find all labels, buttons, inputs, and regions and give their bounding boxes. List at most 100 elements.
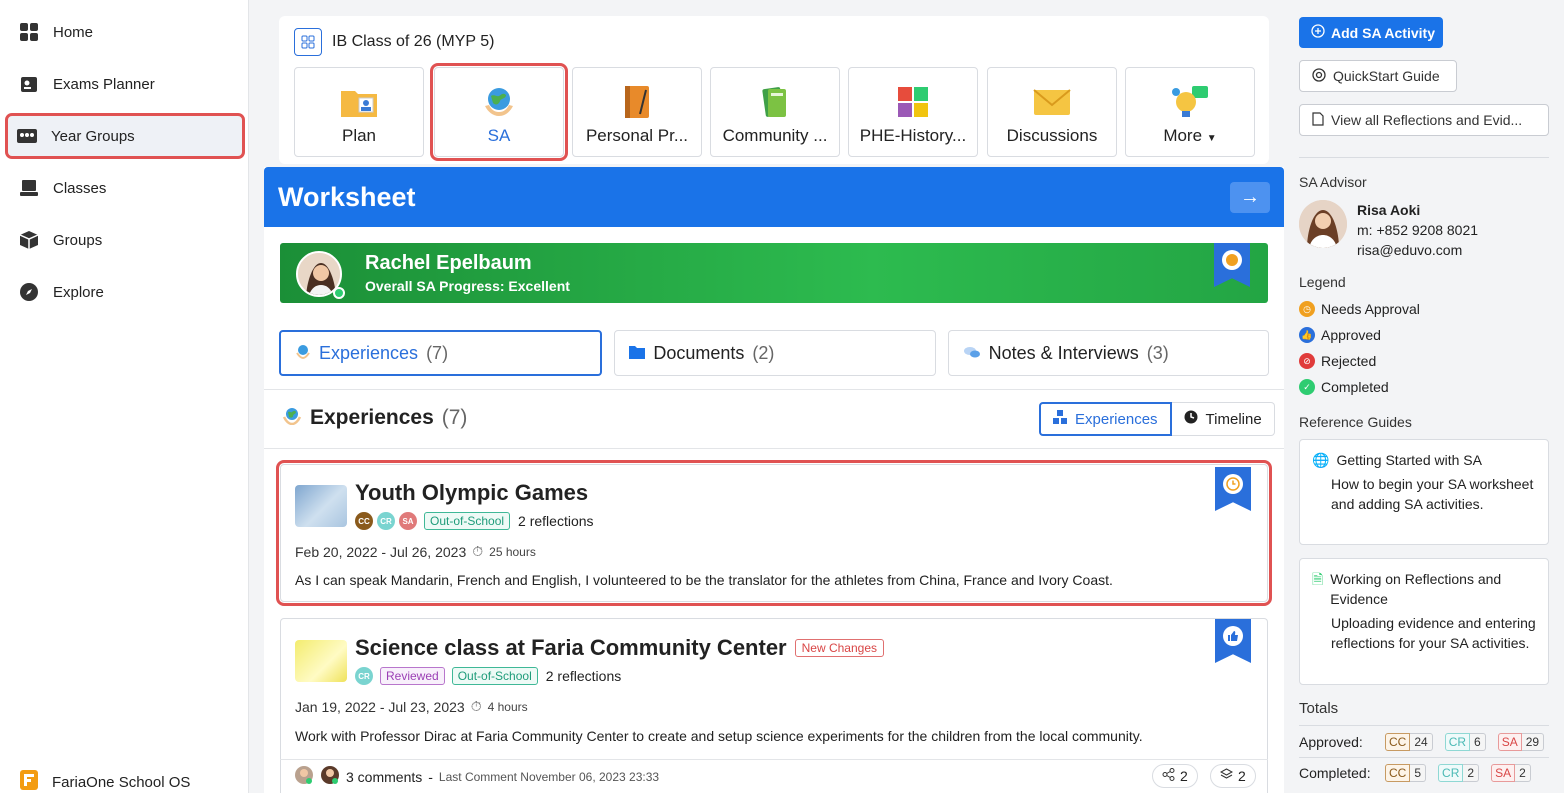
section-count: (7) [441, 406, 468, 429]
view-timeline-button[interactable]: Timeline [1171, 402, 1275, 436]
sidebar-item-classes[interactable]: Classes [10, 168, 240, 208]
tab-documents[interactable]: Documents (2) [614, 330, 936, 376]
experience-description: As I can speak Mandarin, French and Engl… [295, 572, 1113, 588]
worksheet-panel: Worksheet → Rachel Epelbaum Overall SA P… [264, 167, 1284, 793]
tab-label: Experiences [319, 342, 419, 363]
experience-hours: 4 hours [487, 699, 528, 714]
status-bookmark-approved [1215, 619, 1251, 663]
puzzle-icon [893, 84, 933, 120]
experience-title[interactable]: Youth Olympic Games [355, 480, 588, 506]
tile-more[interactable]: More ▼ [1125, 67, 1255, 157]
clock-icon: ◷ [1299, 301, 1315, 317]
sidebar-item-groups[interactable]: Groups [10, 220, 240, 260]
reflections-count: 2 reflections [518, 513, 594, 529]
sidebar-item-home[interactable]: Home [10, 12, 240, 52]
sidebar-item-label: Home [53, 23, 94, 41]
view-experiences-button[interactable]: Experiences [1039, 402, 1172, 436]
sidebar-item-label: Exams Planner [53, 75, 155, 93]
folder-plan-icon [339, 84, 379, 120]
new-changes-badge: New Changes [794, 639, 884, 657]
faria-logo-icon [20, 770, 38, 793]
worksheet-tabs: Experiences (7) Documents (2) Notes & In… [279, 330, 1269, 376]
medal-icon [1222, 250, 1242, 270]
sidebar-item-label: Year Groups [51, 127, 135, 145]
tile-label: PHE-History... [859, 126, 967, 145]
envelope-icon [1032, 84, 1072, 120]
globe-hands-icon [479, 84, 519, 120]
reflections-count: 2 reflections [545, 668, 622, 684]
student-banner: Rachel Epelbaum Overall SA Progress: Exc… [280, 243, 1268, 303]
caret-down-icon: ▼ [1206, 133, 1217, 144]
tile-phe-history[interactable]: PHE-History... [848, 67, 978, 157]
stopwatch-icon: ⏱ [472, 543, 484, 559]
experience-card[interactable]: Youth Olympic Games CC CR SA Out-of-Scho… [276, 460, 1272, 606]
sidebar-item-exams-planner[interactable]: Exams Planner [10, 64, 240, 104]
legend-label: Legend [1299, 274, 1346, 290]
notebook-icon [617, 84, 657, 120]
ban-icon: ⊘ [1299, 353, 1315, 369]
tab-experiences[interactable]: Experiences (7) [279, 330, 603, 376]
file-icon: 🗎 [1312, 571, 1324, 587]
last-comment: Last Comment November 06, 2023 23:33 [438, 769, 660, 784]
tile-discussions[interactable]: Discussions [987, 67, 1117, 157]
brand[interactable]: FariaOne School OS [20, 770, 190, 793]
legend-completed: ✓ Completed [1299, 379, 1389, 395]
tile-label: Discussions [1006, 126, 1098, 145]
tab-notes-interviews[interactable]: Notes & Interviews (3) [947, 330, 1269, 376]
comments-count[interactable]: 3 comments [346, 769, 422, 785]
plus-circle-icon [1311, 24, 1325, 41]
books-icon [755, 84, 795, 120]
guide-getting-started[interactable]: 🌐 Getting Started with SA How to begin yo… [1299, 439, 1549, 545]
view-toggle: Experiences Timeline [1039, 402, 1275, 436]
student-name: Rachel Epelbaum [365, 252, 532, 274]
layers-count-pill[interactable]: 2 [1210, 764, 1256, 788]
online-status-dot [333, 287, 345, 299]
comments-bar[interactable]: 3 comments - Last Comment November 06, 2… [280, 759, 1268, 793]
sidebar-item-year-groups[interactable]: Year Groups [5, 113, 245, 159]
tile-sa[interactable]: SA [430, 63, 568, 161]
tile-label: SA [487, 126, 511, 145]
experience-title[interactable]: Science class at Faria Community Center … [355, 635, 884, 661]
advisor-phone: m: +852 9208 8021 [1357, 222, 1479, 238]
experiences-section-title: Experiences (7) [282, 405, 467, 431]
tile-community[interactable]: Community ... [710, 67, 840, 157]
stopwatch-icon: ⏱ [470, 698, 482, 714]
clock-icon [1223, 474, 1243, 494]
sidebar: Home Exams Planner Year Groups Classes G… [0, 0, 249, 793]
globe-icon: 🌐 [1312, 452, 1330, 468]
worksheet-title: Worksheet [278, 181, 416, 212]
legend-needs-approval: ◷ Needs Approval [1299, 301, 1420, 317]
sa-advisor-label: SA Advisor [1299, 174, 1367, 190]
tab-count: (2) [752, 342, 775, 363]
bulb-chat-icon [1170, 84, 1210, 120]
legend-approved: 👍 Approved [1299, 327, 1381, 343]
class-grid-icon [294, 28, 322, 56]
advisor-email[interactable]: risa@eduvo.com [1357, 240, 1478, 260]
tab-label: Documents [653, 342, 745, 363]
arrow-right-icon[interactable]: → [1230, 181, 1270, 213]
tile-label: Community ... [722, 126, 828, 145]
tile-plan[interactable]: Plan [294, 67, 424, 157]
total-cc: CC 5 [1385, 764, 1427, 782]
exams-icon [18, 73, 40, 95]
status-bookmark-needs-approval [1215, 467, 1251, 511]
totals-label: Totals [1299, 700, 1339, 717]
experience-hours: 25 hours [489, 544, 536, 559]
add-sa-activity-button[interactable]: Add SA Activity [1299, 17, 1443, 48]
share-icon [1162, 768, 1175, 784]
life-ring-icon [1312, 67, 1326, 85]
legend-rejected: ⊘ Rejected [1299, 353, 1376, 369]
share-count-pill[interactable]: 2 [1152, 764, 1198, 788]
sidebar-item-explore[interactable]: Explore [10, 272, 240, 312]
avatar [294, 765, 314, 788]
quickstart-guide-button[interactable]: QuickStart Guide [1299, 60, 1457, 92]
sidebar-item-label: Groups [53, 231, 103, 249]
guide-description: Uploading evidence and entering reflecti… [1331, 615, 1536, 651]
sidebar-item-label: Explore [53, 283, 104, 301]
total-sa: SA 29 [1497, 733, 1545, 751]
tile-personal-project[interactable]: Personal Pr... [572, 67, 702, 157]
guide-reflections-evidence[interactable]: 🗎 Working on Reflections and Evidence Upl… [1299, 558, 1549, 685]
view-all-reflections-button[interactable]: View all Reflections and Evid... [1299, 104, 1549, 136]
total-sa: SA 2 [1491, 764, 1531, 782]
chip-cr: CR [355, 667, 373, 685]
